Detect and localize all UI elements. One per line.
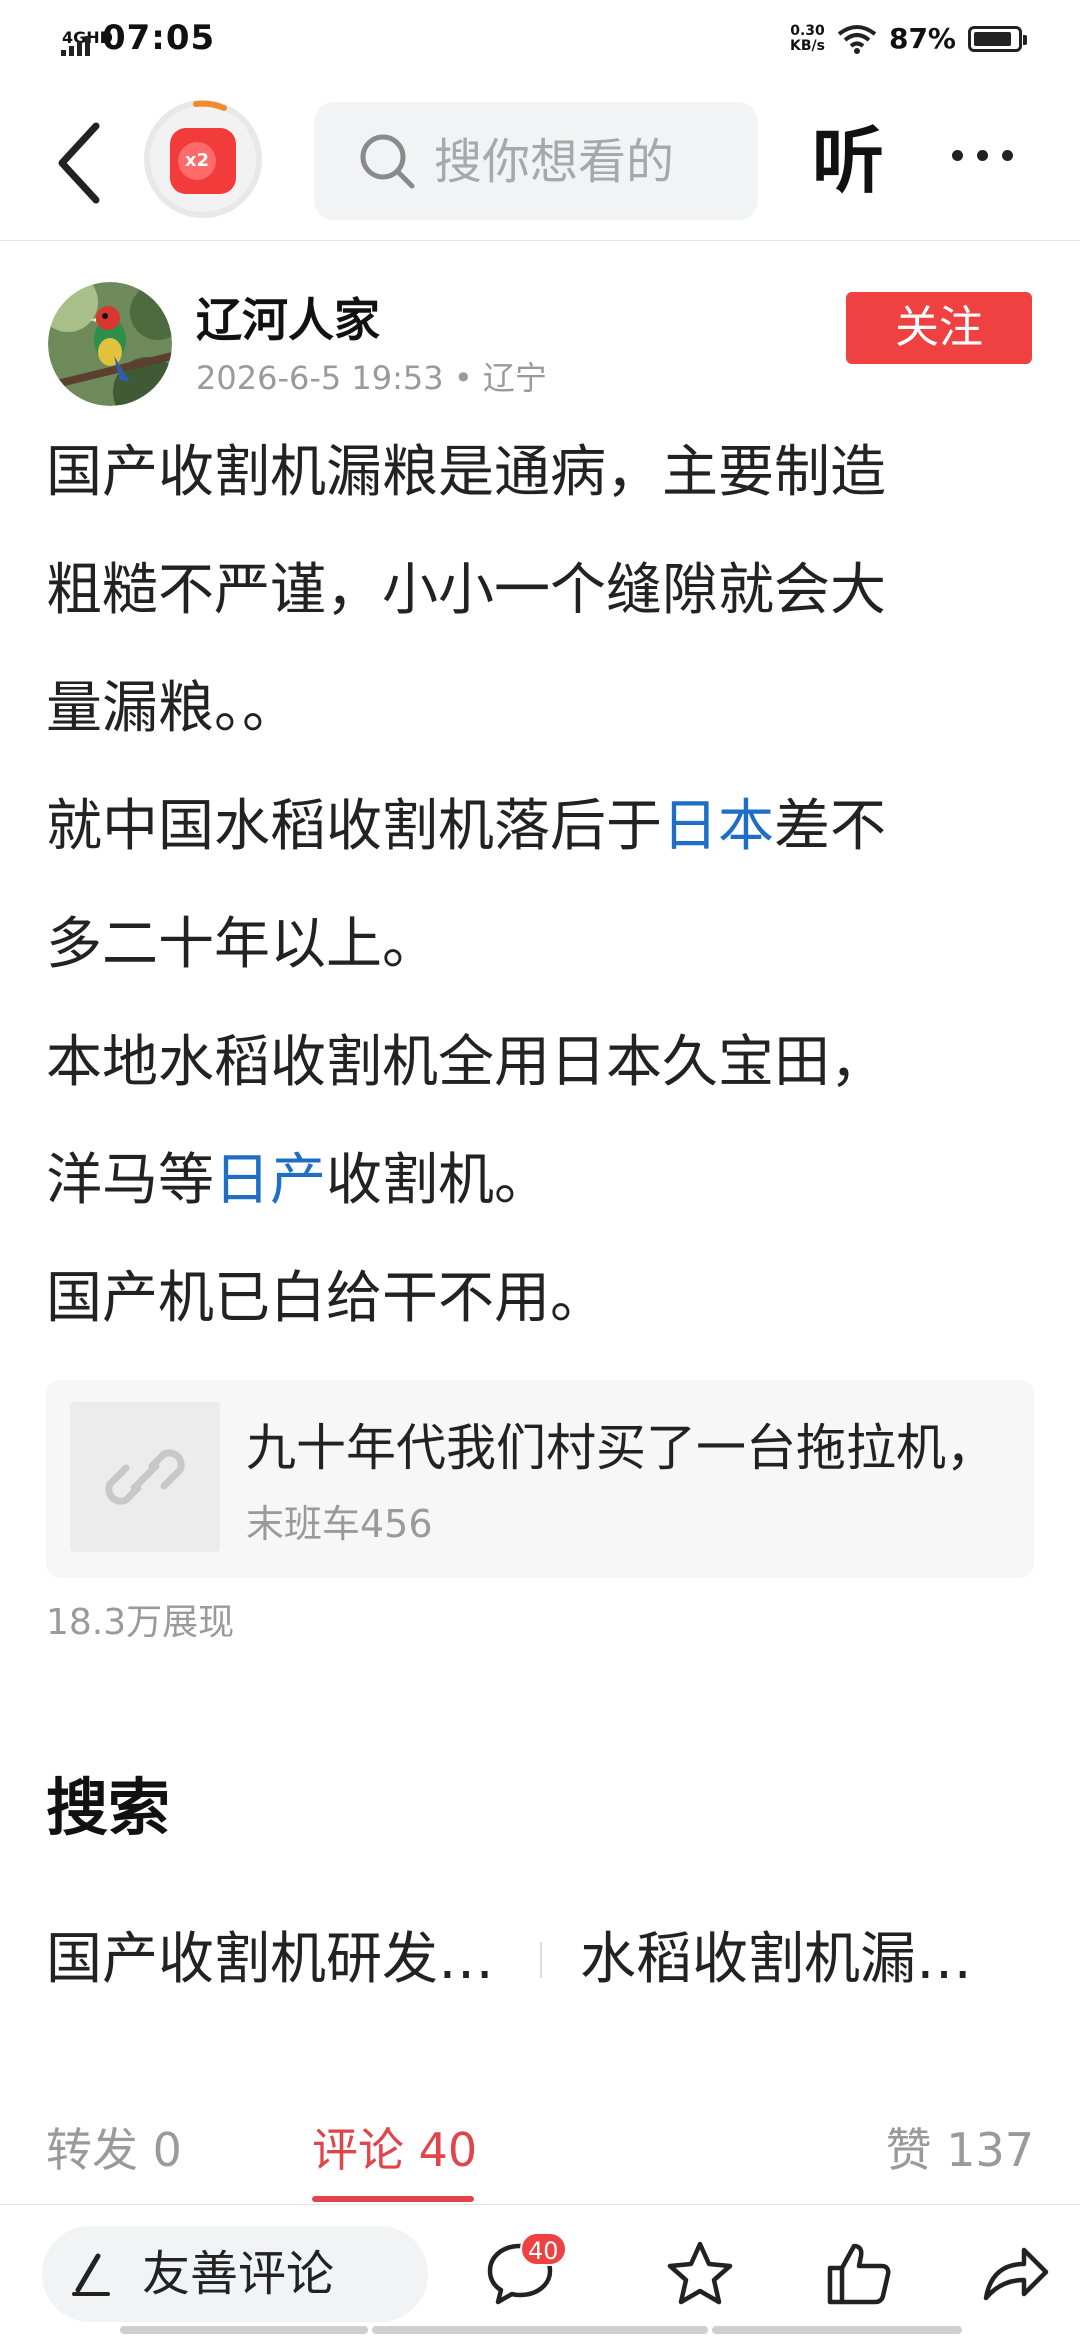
content-line: 洋马等日产收割机。 bbox=[46, 1122, 1046, 1240]
linked-post-card[interactable]: 九十年代我们村买了一台拖拉机， 末班车456 bbox=[46, 1380, 1034, 1578]
pen-icon bbox=[72, 2253, 110, 2296]
keyword-link[interactable]: 日本 bbox=[662, 794, 774, 859]
search-placeholder: 搜你想看的 bbox=[434, 134, 675, 190]
content-line: 本地水稻收割机全用日本久宝田， bbox=[46, 1004, 1046, 1122]
card-title: 九十年代我们村买了一台拖拉机， bbox=[246, 1419, 996, 1477]
back-icon[interactable] bbox=[52, 118, 112, 208]
search-suggestion[interactable]: 国产收割机研发… bbox=[46, 1920, 494, 2000]
status-left: 4GHD 07:05 bbox=[60, 18, 216, 58]
content-text: 量漏粮。。 bbox=[46, 676, 298, 741]
search-section-title: 搜索 bbox=[46, 1771, 171, 1844]
status-right: 0.30 KB/s 87% bbox=[790, 22, 1027, 55]
wifi-icon bbox=[837, 24, 877, 54]
content-text: 国产收割机漏粮是通病，主要制造 bbox=[46, 440, 886, 505]
content-line: 量漏粮。。 bbox=[46, 650, 1046, 768]
content-text: 多二十年以上。 bbox=[46, 912, 438, 977]
comment-input[interactable]: 友善评论 bbox=[42, 2226, 428, 2322]
battery-fill bbox=[974, 31, 1011, 46]
post-meta: 2026-6-5 19:53 • 辽宁 bbox=[196, 359, 547, 397]
gesture-bar bbox=[372, 2326, 708, 2334]
more-icon[interactable] bbox=[952, 150, 1032, 170]
content-text: 本地水稻收割机全用日本久宝田， bbox=[46, 1030, 886, 1095]
listen-button[interactable]: 听 bbox=[812, 116, 884, 206]
search-icon bbox=[360, 134, 415, 189]
battery-icon bbox=[968, 25, 1027, 52]
tab-like[interactable]: 赞 137 bbox=[886, 2118, 1034, 2182]
comment-placeholder: 友善评论 bbox=[142, 2246, 335, 2302]
card-source: 末班车456 bbox=[246, 1502, 433, 1546]
keyword-link[interactable]: 日产 bbox=[214, 1148, 326, 1213]
card-thumbnail bbox=[70, 1402, 220, 1552]
search-bar[interactable]: 搜你想看的 bbox=[314, 102, 758, 220]
speed-value: 0.30 bbox=[790, 22, 825, 39]
tabs-divider bbox=[0, 2204, 1080, 2205]
gesture-bar bbox=[712, 2326, 962, 2334]
link-icon bbox=[105, 1449, 185, 1505]
nav-divider bbox=[0, 240, 1080, 241]
tab-repost[interactable]: 转发 0 bbox=[46, 2118, 182, 2182]
tab-active-indicator bbox=[312, 2196, 474, 2202]
content-text: 洋马等 bbox=[46, 1148, 214, 1213]
status-bar: 4GHD 07:05 0.30 KB/s 87% bbox=[0, 0, 1080, 84]
star-icon[interactable] bbox=[664, 2238, 736, 2310]
suggestion-divider bbox=[540, 1942, 542, 1978]
gesture-bar bbox=[120, 2326, 368, 2334]
search-suggestion[interactable]: 水稻收割机漏… bbox=[580, 1920, 972, 2000]
content-text: 国产机已白给干不用。 bbox=[46, 1266, 606, 1331]
content-line: 多二十年以上。 bbox=[46, 886, 1046, 1004]
avatar[interactable] bbox=[48, 282, 172, 406]
reward-progress-ring bbox=[193, 100, 227, 111]
content-line: 就中国水稻收割机落后于日本差不 bbox=[46, 768, 1046, 886]
follow-button[interactable]: 关注 bbox=[846, 292, 1032, 364]
share-icon[interactable] bbox=[980, 2238, 1052, 2310]
speed-unit: KB/s bbox=[790, 37, 825, 54]
network-speed: 0.30 KB/s bbox=[790, 22, 825, 54]
content-text: 粗糙不严谨，小小一个缝隙就会大 bbox=[46, 558, 886, 623]
content-line: 国产收割机漏粮是通病，主要制造 bbox=[46, 414, 1046, 532]
clock: 07:05 bbox=[101, 18, 216, 58]
content-text: 收割机。 bbox=[326, 1148, 550, 1213]
content-line: 粗糙不严谨，小小一个缝隙就会大 bbox=[46, 532, 1046, 650]
view-count: 18.3万展现 bbox=[46, 1602, 235, 1643]
battery-percent: 87% bbox=[888, 22, 956, 55]
content-text: 就中国水稻收割机落后于 bbox=[46, 794, 662, 859]
thumbs-up-icon[interactable] bbox=[822, 2238, 894, 2310]
content-text: 差不 bbox=[774, 794, 886, 859]
post-content: 国产收割机漏粮是通病，主要制造 粗糙不严谨，小小一个缝隙就会大 量漏粮。。就中国水稻… bbox=[46, 414, 1046, 1358]
author-name[interactable]: 辽河人家 bbox=[196, 290, 380, 350]
content-line: 国产机已白给干不用。 bbox=[46, 1240, 1046, 1358]
signal-icon bbox=[60, 34, 90, 56]
tab-comment[interactable]: 评论 40 bbox=[312, 2118, 477, 2182]
comment-count-badge: 40 bbox=[520, 2232, 567, 2266]
